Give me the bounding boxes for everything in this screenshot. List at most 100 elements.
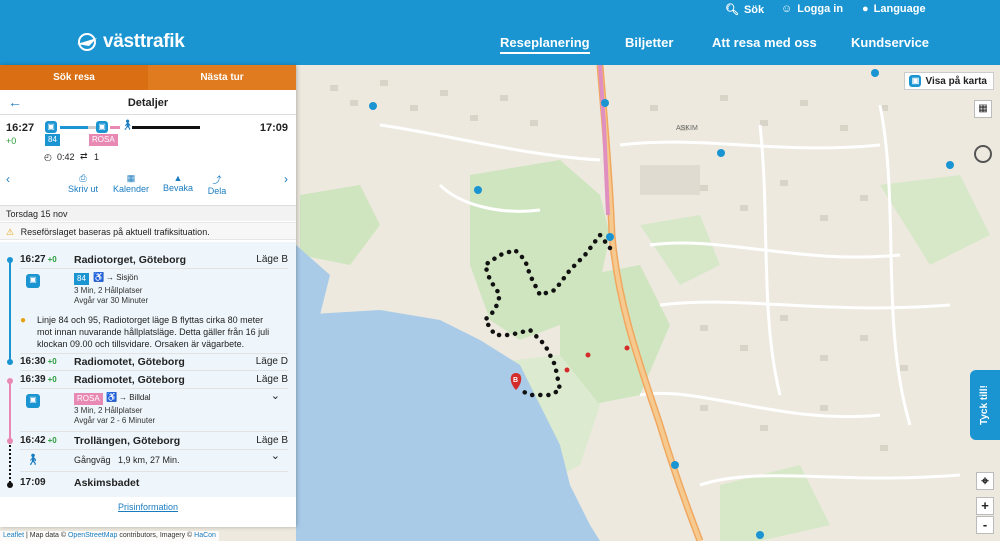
next-trip-chevron-icon[interactable]: › xyxy=(284,172,288,186)
tab-sok-resa[interactable]: Sök resa xyxy=(0,65,148,90)
stop2-name[interactable]: Radiomotet, Göteborg xyxy=(74,356,185,368)
zoom-out-button[interactable]: - xyxy=(976,516,994,534)
stop4-name[interactable]: Trollängen, Göteborg xyxy=(74,435,180,447)
hacon-link[interactable]: HaCon xyxy=(194,532,216,539)
expand-chevron-down-icon[interactable]: ⌄ xyxy=(271,389,280,402)
leg-bar-walk xyxy=(132,126,200,129)
stop1-time-value: 16:27 xyxy=(20,254,46,265)
summary-duration: 0:42 xyxy=(57,152,75,162)
warning-icon: ⚠ xyxy=(6,227,15,237)
top-utility-bar: 🔍︎ Sök ☺ Logga in ● Language xyxy=(0,0,1000,21)
brand-name: västtrafik xyxy=(103,31,185,52)
summary-line-rosa-badge: ROSA xyxy=(89,134,118,146)
bevaka-label: Bevaka xyxy=(162,183,194,193)
price-info-link[interactable]: Prisinformation xyxy=(118,502,178,512)
warning-text: Reseförslaget baseras på aktuell trafiks… xyxy=(20,227,210,237)
stop1-time: 16:27 +0 xyxy=(20,254,57,265)
stop-dot xyxy=(7,482,13,488)
details-header: ← Detaljer xyxy=(0,90,296,115)
share-action[interactable]: ⤴ Dela xyxy=(205,173,229,196)
prev-trip-chevron-icon[interactable]: ‹ xyxy=(6,172,10,186)
wheelchair-icon: ♿ xyxy=(106,392,118,402)
feedback-tab[interactable]: Tyck till! xyxy=(970,370,1000,440)
stop-dot xyxy=(7,359,13,365)
login-label: Logga in xyxy=(797,3,844,15)
bus-icon: ▣ xyxy=(26,274,40,288)
leg-line-rosa xyxy=(9,380,11,440)
divider xyxy=(20,370,288,371)
stop1-name[interactable]: Radiotorget, Göteborg xyxy=(74,254,186,266)
nav-reseplanering[interactable]: Reseplanering xyxy=(500,35,590,54)
stop2-lage: Läge D xyxy=(255,356,288,367)
stop4-lage: Läge B xyxy=(256,435,288,446)
print-action[interactable]: ⎙ Skriv ut xyxy=(66,173,100,194)
stop3-name[interactable]: Radiomotet, Göteborg xyxy=(74,374,185,386)
wheelchair-icon: ♿ xyxy=(93,272,105,282)
divider xyxy=(20,388,288,389)
stop1-lage: Läge B xyxy=(256,254,288,265)
user-icon: ☺ xyxy=(781,3,793,15)
stop4-time: 16:42 +0 xyxy=(20,435,57,446)
stop3-delay: +0 xyxy=(47,375,57,384)
calendar-label: Kalender xyxy=(112,184,150,194)
stop3-lage: Läge B xyxy=(256,374,288,385)
stop4-delay: +0 xyxy=(47,436,57,445)
bus2-direction-text: Billdal xyxy=(129,393,151,402)
osm-link[interactable]: OpenStreetMap xyxy=(68,532,117,539)
tab-nasta-tur[interactable]: Nästa tur xyxy=(148,65,296,90)
stop2-time-value: 16:30 xyxy=(20,356,46,367)
rotate-icon[interactable] xyxy=(974,145,992,163)
print-label: Skriv ut xyxy=(67,184,98,194)
footer: Prisinformation xyxy=(0,502,296,512)
divider xyxy=(20,449,288,450)
bus1-direction-text: Sisjön xyxy=(116,273,139,282)
bus-icon: ▣ xyxy=(45,121,57,133)
leg-line-84 xyxy=(9,260,11,362)
stop5-name[interactable]: Askimsbadet xyxy=(74,477,139,489)
search-icon: 🔍︎ xyxy=(725,4,739,16)
notice-icon: ● xyxy=(20,315,27,326)
calendar-icon: ▦ xyxy=(126,173,136,183)
trip-summary: 16:27 +0 17:09 ▣ ▣ 🚶︎ 84 ROSA ◴ 0:42 ⇄ 1… xyxy=(0,115,296,215)
attribution-text-2: contributors, Imagery © xyxy=(117,532,195,539)
zoom-in-button[interactable]: + xyxy=(976,497,994,515)
bus1-info1: 3 Min, 2 Hållplatser xyxy=(74,286,143,295)
language-link[interactable]: ● Language xyxy=(862,3,926,15)
vasttrafik-logo[interactable]: västtrafik xyxy=(75,31,185,53)
search-link[interactable]: 🔍︎ Sök xyxy=(725,3,764,17)
summary-delay: +0 xyxy=(6,136,17,146)
print-icon: ⎙ xyxy=(79,173,87,183)
leg-bar-rosa xyxy=(110,126,120,129)
show-on-map-button[interactable]: ▣ Visa på karta xyxy=(904,72,994,90)
stop-dot xyxy=(7,438,13,444)
stop-dot xyxy=(7,257,13,263)
clock-icon: ◴ xyxy=(44,152,52,162)
nav-kundservice[interactable]: Kundservice xyxy=(851,35,929,50)
bus1-info2: Avgår var 30 Minuter xyxy=(74,296,149,305)
bus1-direction: → Sisjön xyxy=(106,273,139,282)
walk-icon: 🚶︎ xyxy=(26,454,40,466)
trip-date: Torsdag 15 nov xyxy=(0,205,296,221)
traffic-warning: ⚠ Reseförslaget baseras på aktuell trafi… xyxy=(0,222,296,240)
bus2-direction: → Billdal xyxy=(119,393,151,402)
bus-icon: ▣ xyxy=(96,121,108,133)
divider xyxy=(20,431,288,432)
stop2-time: 16:30 +0 xyxy=(20,356,57,367)
locate-icon[interactable]: ⌖ xyxy=(976,472,994,490)
bevaka-action[interactable]: ▲ Bevaka xyxy=(161,173,195,193)
leg-line-walk xyxy=(9,442,11,486)
map-attribution: Leaflet | Map data © OpenStreetMap contr… xyxy=(0,531,219,541)
nav-biljetter[interactable]: Biljetter xyxy=(625,35,673,50)
layers-icon[interactable]: ▦ xyxy=(974,100,992,118)
stop1-delay: +0 xyxy=(47,255,57,264)
leg-bar-84 xyxy=(60,126,88,129)
itinerary: 16:27 +0 Radiotorget, Göteborg Läge B ▣ 8… xyxy=(0,242,296,497)
login-link[interactable]: ☺ Logga in xyxy=(781,3,843,15)
share-label: Dela xyxy=(207,186,227,196)
nav-att-resa-med-oss[interactable]: Att resa med oss xyxy=(712,35,817,50)
calendar-action[interactable]: ▦ Kalender xyxy=(112,173,150,194)
expand-chevron-down-icon[interactable]: ⌄ xyxy=(271,449,280,462)
main-navbar: västtrafik Reseplanering Biljetter Att r… xyxy=(0,21,1000,65)
divider xyxy=(20,353,288,354)
leaflet-link[interactable]: Leaflet xyxy=(3,532,24,539)
